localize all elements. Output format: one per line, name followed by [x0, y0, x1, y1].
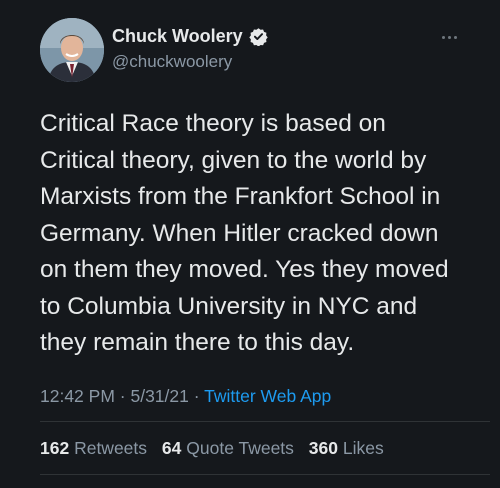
meta-separator: · — [193, 386, 200, 406]
quotes-label: Quote Tweets — [186, 438, 294, 458]
tweet-date[interactable]: 5/31/21 — [130, 386, 188, 406]
user-handle[interactable]: @chuckwoolery — [112, 52, 232, 72]
divider — [40, 474, 490, 475]
retweets-label: Retweets — [74, 438, 148, 458]
likes-stat[interactable]: 360 Likes — [309, 438, 384, 458]
tweet-text: Critical Race theory is based on Critica… — [40, 106, 480, 362]
meta-separator: · — [119, 386, 126, 406]
avatar[interactable] — [40, 18, 104, 82]
tweet-text-line: Critical theory, given to the world by — [40, 146, 427, 174]
tweet-text-line: they remain there to this day. — [40, 329, 355, 356]
tweet-text-line: Marxists from the Frankfort School in — [40, 183, 441, 210]
likes-label: Likes — [342, 438, 384, 458]
tweet-text-line: Critical Race theory is based on — [40, 110, 386, 137]
display-name[interactable]: Chuck Woolery — [112, 26, 243, 47]
quotes-count: 64 — [161, 438, 182, 458]
divider — [40, 421, 490, 422]
avatar-image — [40, 18, 104, 82]
author-name-row[interactable]: Chuck Woolery — [112, 26, 268, 47]
tweet-text-line: Germany. When Hitler cracked down — [40, 219, 439, 247]
retweets-stat[interactable]: 162 Retweets — [40, 438, 147, 458]
likes-count: 360 — [308, 438, 338, 458]
action-bar — [40, 482, 480, 488]
retweets-count: 162 — [40, 438, 70, 458]
tweet-text-line: to Columbia University in NYC and — [40, 292, 418, 320]
tweet-meta: 12:42 PM · 5/31/21 · Twitter Web App — [40, 386, 331, 407]
verified-badge-icon — [249, 27, 268, 47]
tweet-stats: 162 Retweets 64 Quote Tweets 360 Likes — [40, 438, 394, 459]
tweet-time[interactable]: 12:42 PM — [40, 386, 115, 406]
tweet-card: Chuck Woolery @chuckwoolery Critical Rac… — [0, 0, 500, 488]
tweet-text-line: on them they moved. Yes they moved — [40, 256, 449, 283]
tweet-source-link[interactable]: Twitter Web App — [204, 386, 331, 406]
more-options-icon[interactable] — [436, 28, 462, 46]
quote-tweets-stat[interactable]: 64 Quote Tweets — [162, 438, 294, 458]
